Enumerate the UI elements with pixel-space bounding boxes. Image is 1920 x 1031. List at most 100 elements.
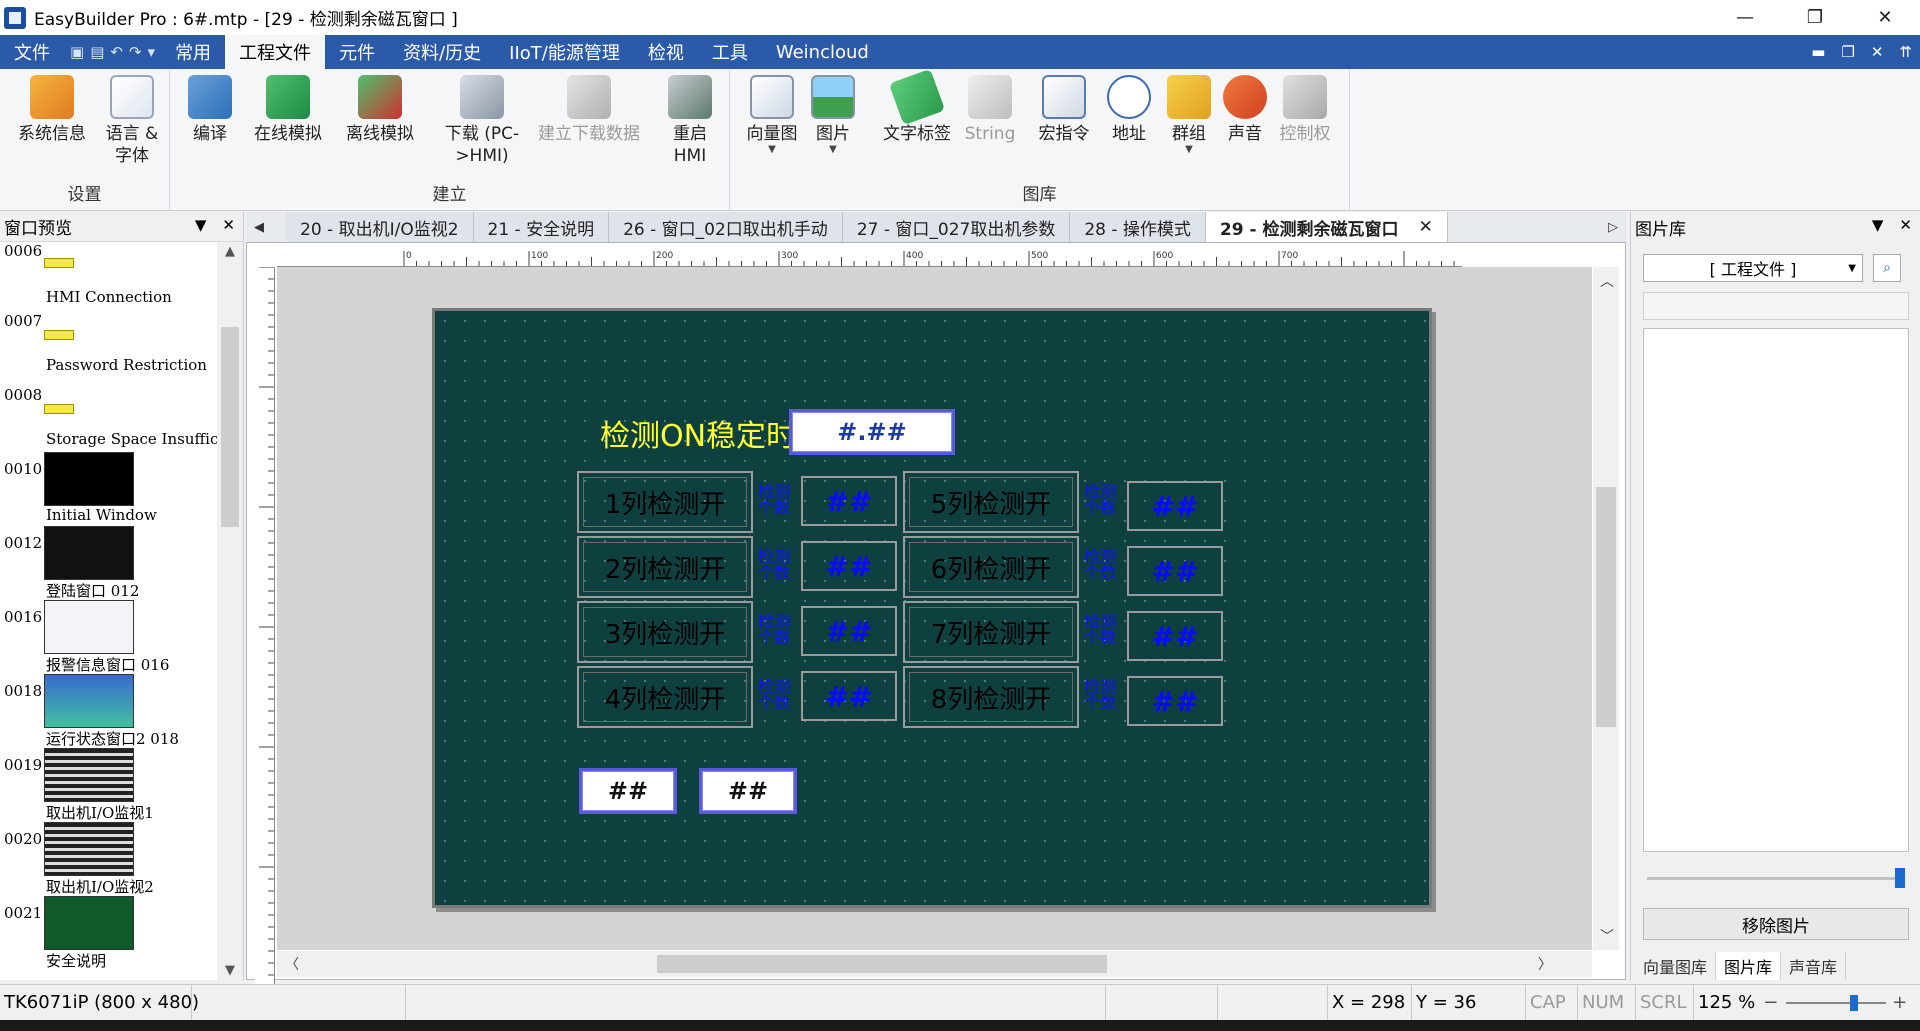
- slider-knob[interactable]: [1850, 994, 1859, 1011]
- col6-detect-toggle[interactable]: 6列检测开: [903, 536, 1079, 598]
- access-control-button[interactable]: 控制权: [1270, 75, 1340, 145]
- collapse-ribbon-icon[interactable]: ⇈: [1899, 43, 1912, 61]
- menu-project[interactable]: 工程文件: [225, 35, 326, 69]
- offline-simulation-button[interactable]: 离线模拟: [340, 75, 420, 145]
- customize-dropdown-icon[interactable]: ▾: [148, 43, 156, 61]
- doc-minimize-icon[interactable]: ▬: [1811, 43, 1825, 61]
- scrollbar-thumb[interactable]: [221, 327, 239, 527]
- picture-library-button[interactable]: 图片 ▼: [798, 75, 868, 155]
- maximize-button[interactable]: ❐: [1780, 0, 1850, 35]
- col3-count-display[interactable]: ##: [801, 606, 897, 656]
- compile-button[interactable]: 编译: [170, 75, 250, 145]
- macro-button[interactable]: 宏指令: [1028, 75, 1100, 145]
- text-label-button[interactable]: 文字标签: [872, 68, 962, 145]
- tab-29[interactable]: 29 - 检测剩余磁瓦窗口 ✕: [1205, 212, 1448, 242]
- list-item[interactable]: 0021 安全说明: [0, 896, 218, 970]
- tab-26[interactable]: 26 - 窗口_02口取出机手动: [609, 212, 843, 242]
- col8-detect-toggle[interactable]: 8列检测开: [903, 666, 1079, 728]
- zoom-out-icon[interactable]: −: [1763, 992, 1778, 1013]
- editor-vertical-scrollbar[interactable]: ︿ ﹀: [1593, 267, 1619, 950]
- stable-time-numeric[interactable]: #.##: [789, 409, 955, 455]
- save-all-icon[interactable]: ▤: [90, 43, 104, 61]
- list-item[interactable]: 0012 登陆窗口 012: [0, 526, 218, 600]
- tab-close-icon[interactable]: ✕: [1418, 217, 1432, 237]
- col5-detect-toggle[interactable]: 5列检测开: [903, 471, 1079, 533]
- scrollbar-thumb[interactable]: [1596, 487, 1616, 727]
- tab-20[interactable]: 20 - 取出机I/O监视2: [286, 212, 474, 242]
- panel-close-icon[interactable]: ✕: [222, 216, 235, 234]
- library-filter-field[interactable]: [1643, 292, 1909, 320]
- doc-close-icon[interactable]: ✕: [1871, 43, 1884, 61]
- list-item[interactable]: 0006 HMI Connection: [0, 242, 218, 306]
- menu-view[interactable]: 检视: [634, 35, 698, 69]
- list-item[interactable]: 0019 取出机I/O监视1: [0, 748, 218, 822]
- build-download-data-button[interactable]: 建立下载数据: [534, 75, 644, 145]
- system-info-button[interactable]: 系统信息: [12, 75, 92, 145]
- library-source-select[interactable]: [ 工程文件 ] ▼: [1643, 254, 1863, 282]
- scrollbar-thumb[interactable]: [657, 955, 1107, 973]
- zoom-slider[interactable]: [1786, 993, 1887, 1013]
- close-button[interactable]: ✕: [1850, 0, 1920, 35]
- list-item[interactable]: 0007 Password Restriction: [0, 304, 218, 378]
- bottom-numeric-1[interactable]: ##: [579, 768, 677, 814]
- scroll-left-icon[interactable]: 〈: [285, 954, 299, 974]
- col1-count-display[interactable]: ##: [801, 476, 897, 526]
- menu-data-history[interactable]: 资料/历史: [389, 35, 495, 69]
- hmi-window-29[interactable]: 检测ON稳定时间 #.## 1列检测开 2列检测开 3列检测开 4列检测开 检测…: [432, 308, 1432, 908]
- language-font-button[interactable]: 语言 & 字体: [92, 75, 172, 167]
- col2-detect-toggle[interactable]: 2列检测开: [577, 536, 753, 598]
- scroll-up-icon[interactable]: ▲: [217, 244, 243, 259]
- col2-count-display[interactable]: ##: [801, 541, 897, 591]
- slider-knob[interactable]: [1895, 868, 1905, 888]
- remove-picture-button[interactable]: 移除图片: [1643, 908, 1909, 940]
- list-item[interactable]: 0018 运行状态窗口2 018: [0, 674, 218, 748]
- undo-icon[interactable]: ↶: [110, 43, 123, 61]
- minimize-button[interactable]: —: [1710, 0, 1780, 35]
- col1-detect-toggle[interactable]: 1列检测开: [577, 471, 753, 533]
- tab-scroll-left-icon[interactable]: ◀: [246, 212, 272, 242]
- bottom-numeric-2[interactable]: ##: [699, 768, 797, 814]
- col4-detect-toggle[interactable]: 4列检测开: [577, 666, 753, 728]
- list-item[interactable]: 0020 取出机I/O监视2: [0, 822, 218, 896]
- panel-close-icon[interactable]: ✕: [1899, 216, 1912, 234]
- scroll-down-icon[interactable]: ▼: [217, 963, 243, 978]
- list-item[interactable]: 0008 Storage Space Insufficient: [0, 378, 218, 452]
- tab-28[interactable]: 28 - 操作模式: [1070, 212, 1206, 242]
- col8-count-display[interactable]: ##: [1127, 676, 1223, 726]
- menu-common[interactable]: 常用: [161, 35, 225, 69]
- tab-scroll-right-icon[interactable]: ▷: [1600, 212, 1626, 242]
- zoom-in-icon[interactable]: +: [1892, 992, 1907, 1013]
- menu-iiot[interactable]: IIoT/能源管理: [495, 35, 634, 69]
- menu-objects[interactable]: 元件: [325, 35, 389, 69]
- col3-detect-toggle[interactable]: 3列检测开: [577, 601, 753, 663]
- col7-count-display[interactable]: ##: [1127, 611, 1223, 661]
- thumbnail-size-slider[interactable]: [1647, 868, 1907, 888]
- picture-list[interactable]: [1643, 328, 1909, 852]
- doc-restore-icon[interactable]: ❐: [1841, 43, 1854, 61]
- tab-sound-library[interactable]: 声音库: [1781, 952, 1847, 980]
- reboot-hmi-button[interactable]: 重启 HMI: [654, 75, 726, 167]
- scroll-right-icon[interactable]: 〉: [1538, 954, 1552, 974]
- tab-vector-library[interactable]: 向量图库: [1635, 952, 1717, 980]
- menu-tools[interactable]: 工具: [698, 35, 762, 69]
- download-button[interactable]: 下载 (PC- >HMI): [434, 75, 530, 167]
- col7-detect-toggle[interactable]: 7列检测开: [903, 601, 1079, 663]
- preview-scrollbar[interactable]: ▲ ▼: [217, 242, 243, 980]
- save-icon[interactable]: ▣: [70, 43, 84, 61]
- list-item[interactable]: 0016 报警信息窗口 016: [0, 600, 218, 674]
- tab-21[interactable]: 21 - 安全说明: [473, 212, 610, 242]
- editor-horizontal-scrollbar[interactable]: 〈 〉: [277, 951, 1592, 977]
- panel-menu-icon[interactable]: ▼: [1872, 216, 1884, 234]
- scroll-up-icon[interactable]: ︿: [1600, 271, 1614, 291]
- redo-icon[interactable]: ↷: [129, 43, 142, 61]
- scroll-down-icon[interactable]: ﹀: [1600, 926, 1614, 946]
- menu-weincloud[interactable]: Weincloud: [762, 35, 883, 69]
- list-item[interactable]: 0010 Initial Window: [0, 452, 218, 526]
- tab-picture-library[interactable]: 图片库: [1716, 952, 1782, 980]
- tab-27[interactable]: 27 - 窗口_027取出机参数: [842, 212, 1071, 242]
- online-simulation-button[interactable]: 在线模拟: [248, 75, 328, 145]
- menu-file[interactable]: 文件: [0, 35, 64, 69]
- col4-count-display[interactable]: ##: [801, 671, 897, 721]
- col5-count-display[interactable]: ##: [1127, 481, 1223, 531]
- panel-menu-icon[interactable]: ▼: [195, 216, 207, 234]
